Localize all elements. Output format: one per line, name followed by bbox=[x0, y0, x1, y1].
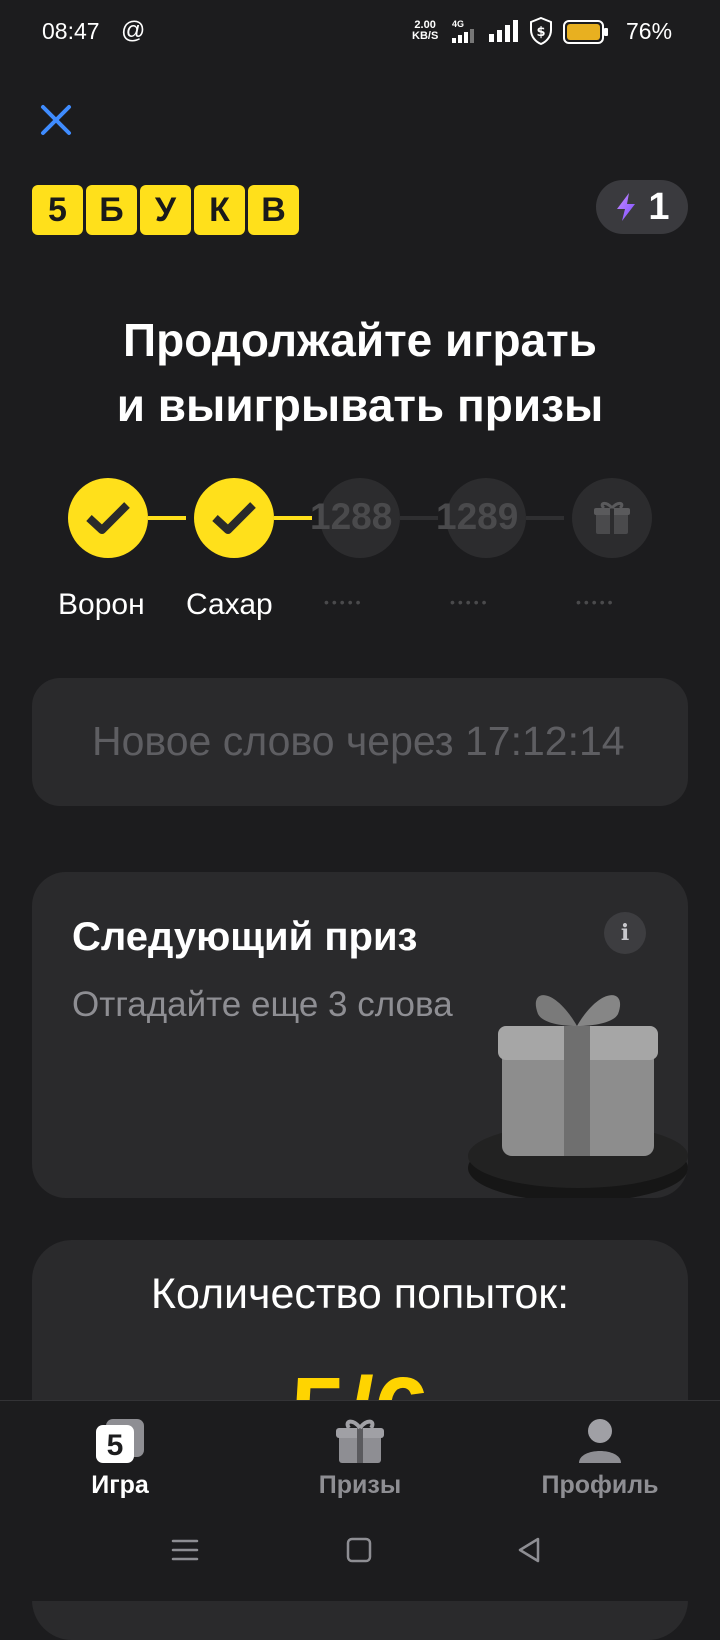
step-label: Сахар bbox=[186, 588, 273, 621]
step-hidden-word: ••••• bbox=[324, 594, 364, 610]
recent-apps-button[interactable] bbox=[170, 1535, 200, 1570]
next-prize-title: Следующий приз bbox=[72, 915, 418, 959]
logo-letter: К bbox=[194, 185, 245, 235]
svg-text:5: 5 bbox=[107, 1429, 124, 1462]
new-word-timer: Новое слово через 17:12:14 bbox=[92, 718, 625, 764]
step-number: 1289 bbox=[436, 496, 519, 537]
step-hidden-word: ••••• bbox=[576, 594, 616, 610]
checkmark-icon bbox=[212, 502, 256, 534]
game-icon: 5 bbox=[96, 1419, 144, 1463]
nav-item-prizes[interactable]: Призы bbox=[292, 1417, 428, 1500]
game-logo: 5 Б У К В bbox=[32, 185, 299, 235]
nav-label: Призы bbox=[318, 1471, 402, 1499]
network-speed: 2.00 KB/S bbox=[412, 19, 439, 42]
step-connector bbox=[400, 516, 438, 520]
profile-icon bbox=[579, 1419, 621, 1463]
svg-text:$: $ bbox=[536, 25, 545, 40]
signal-4g-icon: 4G bbox=[452, 20, 476, 48]
close-icon bbox=[41, 105, 71, 135]
info-icon: i bbox=[620, 920, 630, 946]
nav-label: Игра bbox=[91, 1471, 149, 1499]
energy-badge[interactable]: 1 bbox=[596, 180, 688, 234]
step-label: Ворон bbox=[58, 588, 145, 621]
page-title: Продолжайте играть и выигрывать призы bbox=[116, 314, 604, 431]
back-triangle-icon bbox=[518, 1537, 540, 1563]
step-prize bbox=[572, 478, 652, 558]
home-button[interactable] bbox=[344, 1535, 374, 1570]
logo-letter: В bbox=[248, 185, 299, 235]
step-done bbox=[68, 478, 148, 558]
info-button[interactable]: i bbox=[604, 912, 646, 954]
status-time: 08:47 bbox=[42, 18, 100, 44]
shield-dollar-icon: $ bbox=[529, 16, 553, 50]
step-connector bbox=[274, 516, 312, 520]
home-square-icon bbox=[346, 1537, 372, 1563]
battery-percent: 76% bbox=[626, 18, 673, 44]
bottom-nav: 5 Игра Призы Профиль bbox=[0, 1400, 720, 1601]
logo-letter: 5 bbox=[32, 185, 83, 235]
step-connector bbox=[526, 516, 564, 520]
next-prize-subtitle: Отгадайте еще 3 слова bbox=[72, 985, 453, 1024]
attempts-title: Количество попыток: bbox=[150, 1270, 570, 1318]
step-done bbox=[194, 478, 274, 558]
step-number: 1288 bbox=[310, 496, 393, 537]
lightning-icon bbox=[617, 193, 636, 221]
battery-icon bbox=[563, 20, 609, 49]
gift-icon bbox=[594, 501, 630, 534]
at-notification-icon: @ bbox=[121, 17, 146, 44]
nav-item-game[interactable]: 5 Игра bbox=[60, 1417, 180, 1500]
nav-label: Профиль bbox=[541, 1471, 659, 1499]
back-button[interactable] bbox=[514, 1535, 544, 1570]
logo-letter: У bbox=[140, 185, 191, 235]
signal-icon bbox=[489, 20, 519, 47]
gift-icon bbox=[336, 1419, 384, 1463]
step-connector bbox=[148, 516, 186, 520]
nav-item-profile[interactable]: Профиль bbox=[520, 1417, 680, 1500]
logo-letter: Б bbox=[86, 185, 137, 235]
step-hidden-word: ••••• bbox=[450, 594, 490, 610]
energy-count: 1 bbox=[648, 185, 670, 228]
menu-icon bbox=[171, 1539, 199, 1561]
checkmark-icon bbox=[86, 502, 130, 534]
gift-box-icon bbox=[468, 995, 688, 1198]
close-button[interactable] bbox=[36, 100, 76, 140]
